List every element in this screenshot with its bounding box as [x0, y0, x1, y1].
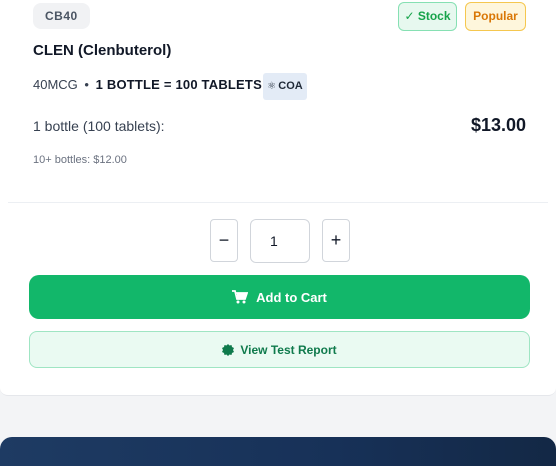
- flask-icon: ⚛: [267, 81, 277, 92]
- certificate-icon: [222, 343, 235, 356]
- bulk-price: 10+ bottles: $12.00: [33, 154, 127, 166]
- increase-quantity-button[interactable]: +: [322, 219, 350, 262]
- product-title: CLEN (Clenbuterol): [33, 42, 172, 59]
- dosage-text: 40MCG: [33, 77, 78, 92]
- stock-badge: ✓ Stock: [398, 2, 457, 31]
- divider: [8, 202, 548, 203]
- decrease-quantity-button[interactable]: −: [210, 219, 238, 262]
- quantity-input[interactable]: [250, 219, 310, 263]
- view-test-report-label: View Test Report: [240, 342, 337, 357]
- cart-icon: [232, 290, 249, 304]
- coa-label: COA: [278, 80, 303, 92]
- add-to-cart-button[interactable]: Add to Cart: [29, 275, 530, 319]
- footer-banner: [0, 437, 556, 466]
- sku-badge: CB40: [33, 3, 90, 29]
- unit-label: 1 bottle (100 tablets):: [33, 118, 165, 134]
- add-to-cart-label: Add to Cart: [256, 289, 327, 305]
- product-card: CB40 ✓ Stock Popular CLEN (Clenbuterol) …: [0, 0, 556, 396]
- product-specs: 40MCG • 1 BOTTLE = 100 TABLETS: [33, 77, 262, 93]
- coa-link[interactable]: ⚛ COA: [263, 73, 307, 100]
- spec-separator: •: [84, 77, 89, 92]
- package-text: 1 BOTTLE = 100 TABLETS: [95, 77, 262, 92]
- price: $13.00: [470, 115, 526, 135]
- popular-badge: Popular: [465, 2, 526, 31]
- view-test-report-button[interactable]: View Test Report: [29, 331, 530, 368]
